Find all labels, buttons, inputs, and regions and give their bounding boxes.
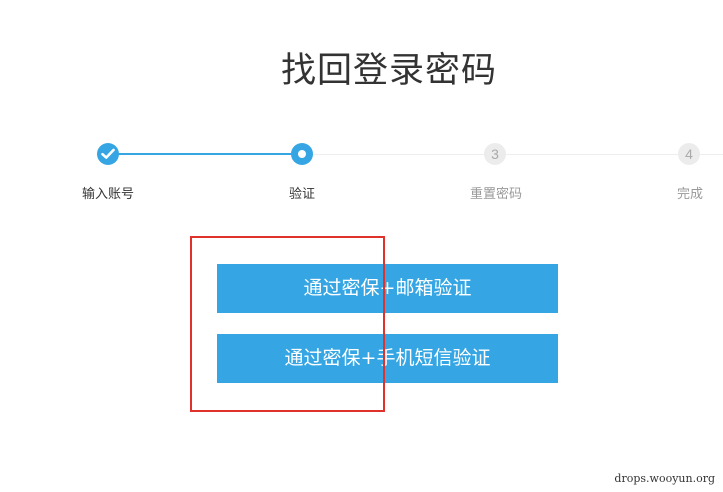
step-label-enter-account: 输入账号: [81, 187, 134, 202]
checkmark-icon: [101, 148, 115, 159]
dot-icon: [298, 150, 306, 158]
step-line-completed: [108, 153, 302, 155]
step-1-done-node: [97, 143, 119, 165]
step-label-complete: 完成: [676, 187, 703, 202]
annotation-highlight-box: [190, 236, 385, 412]
step-2-active-node: [291, 143, 313, 165]
verify-email-button[interactable]: 通过密保+邮箱验证: [217, 264, 558, 313]
verify-sms-button[interactable]: 通过密保+手机短信验证: [217, 334, 558, 383]
step-3-number: 3: [484, 143, 506, 165]
progress-steps: 3 4 输入账号 验证 重置密码 完成: [0, 0, 723, 220]
step-label-verify: 验证: [288, 187, 315, 202]
step-label-reset-password: 重置密码: [469, 187, 522, 202]
step-4-number: 4: [678, 143, 700, 165]
step-line-remaining: [302, 154, 723, 155]
watermark: drops.wooyun.org: [610, 471, 719, 486]
